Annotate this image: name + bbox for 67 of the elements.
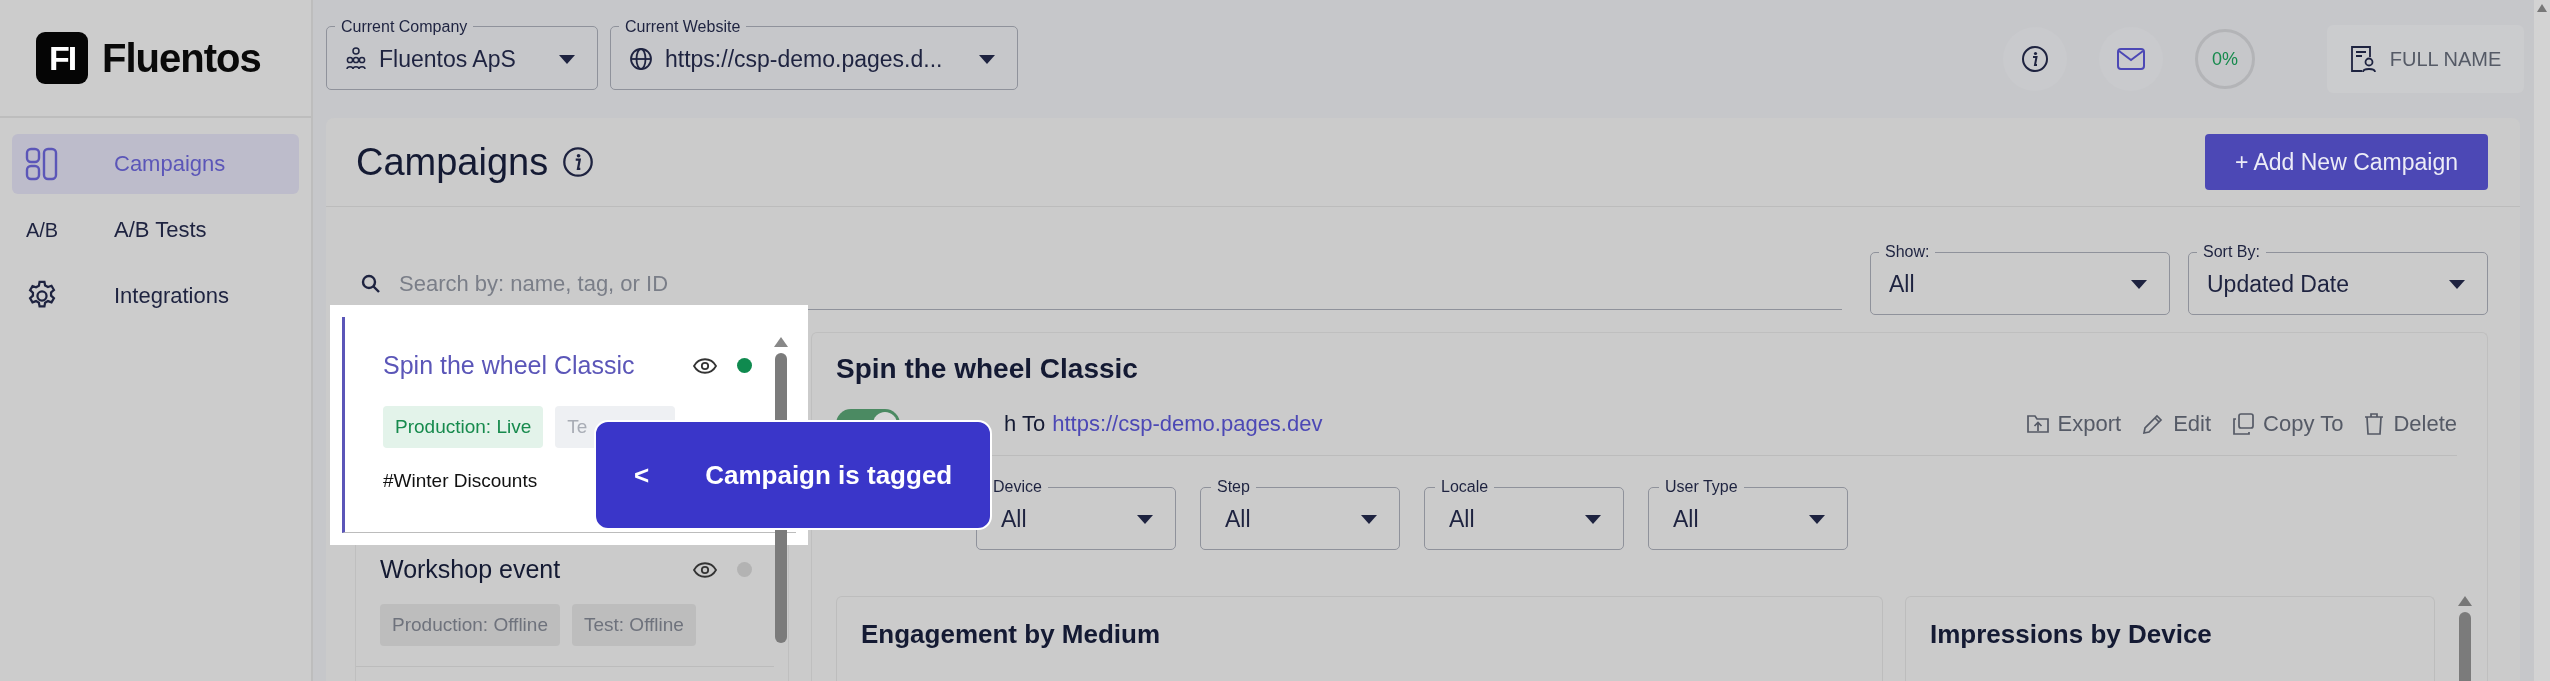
caret-icon (1809, 515, 1825, 524)
edit-button[interactable]: Edit (2141, 411, 2212, 437)
scroll-up-icon[interactable] (774, 337, 788, 347)
status-tag: Test: Offline (571, 604, 696, 646)
campaign-name: Spin the wheel Classic (383, 351, 636, 380)
show-select[interactable]: Show: All (1870, 243, 2170, 315)
folder-upload-icon (2025, 413, 2050, 435)
caret-icon (2131, 280, 2147, 289)
add-campaign-button[interactable]: + Add New Campaign (2204, 134, 2488, 190)
page-title: Campaigns (356, 140, 549, 184)
website-select[interactable]: Current Website https://csp-demo.pages.d... (610, 17, 1018, 90)
back-button[interactable]: < (634, 459, 650, 491)
progress-ring: 0% (2195, 29, 2255, 89)
copy-icon (2231, 412, 2256, 436)
eye-icon[interactable] (693, 357, 717, 374)
select-label: Step (1216, 478, 1251, 496)
caret-icon (1137, 515, 1153, 524)
search-field[interactable]: Search by: name, tag, or ID (397, 263, 1842, 305)
status-tag: Production: Live (383, 406, 544, 448)
info-icon (2021, 45, 2049, 73)
sidebar-item[interactable]: A/B A/B Tests (12, 200, 299, 260)
select-label: Show: (1884, 243, 1931, 261)
chart-title: Engagement by Medium (861, 619, 1161, 649)
campaign-title: Spin the wheel Classic (836, 353, 1139, 385)
export-button[interactable]: Export (2025, 411, 2122, 437)
ab-icon: A/B (24, 218, 60, 242)
caret-icon (1585, 515, 1601, 524)
filter-select[interactable]: User Type All (1648, 478, 1848, 550)
people-icon (345, 47, 367, 71)
filter-select[interactable]: Locale All (1424, 478, 1624, 550)
globe-icon (629, 47, 653, 71)
scrollbar-thumb[interactable] (2459, 612, 2471, 681)
trash-icon (2363, 412, 2386, 436)
scroll-up-icon[interactable] (2537, 4, 2547, 12)
select-label: Locale (1440, 478, 1490, 496)
delete-button[interactable]: Delete (2363, 411, 2457, 437)
status-tag: Production: Offline (380, 604, 560, 646)
layout-icon (24, 147, 60, 181)
info-icon (562, 146, 595, 178)
scroll-up-icon[interactable] (2458, 596, 2472, 606)
campaign-card[interactable]: Workshop event Production: Offline Test: Offline (356, 533, 774, 667)
sort-select[interactable]: Sort By: Updated Date (2188, 243, 2488, 315)
caret-icon (1361, 515, 1377, 524)
caret-icon (979, 54, 995, 64)
user-button[interactable]: FULL NAME (2327, 25, 2524, 93)
eye-icon[interactable] (693, 561, 717, 578)
select-label: Device (992, 478, 1043, 496)
select-label: User Type (1664, 478, 1739, 496)
select-label: Current Website (624, 17, 742, 36)
select-label: Current Company (340, 17, 469, 36)
select-label: Sort By: (2202, 243, 2261, 261)
logo-text: Fluentos (102, 35, 261, 81)
website-link[interactable]: https://csp-demo.pages.dev (1052, 411, 1323, 437)
profile-icon (2349, 45, 2376, 73)
campaign-name: Workshop event (380, 555, 562, 584)
caret-icon (2449, 280, 2465, 289)
campaign-tag: #Winter Discounts (383, 470, 538, 492)
logo-mark: FI (36, 32, 88, 84)
search-icon (361, 274, 381, 294)
copy-button[interactable]: Copy To (2231, 411, 2344, 437)
mail-icon (2116, 47, 2146, 71)
filter-select[interactable]: Step All (1200, 478, 1400, 550)
company-select[interactable]: Current Company Fluentos ApS (326, 17, 598, 90)
switch-label: h To (1004, 411, 1046, 437)
sidebar-item[interactable]: Integrations (12, 266, 299, 326)
chart-title: Impressions by Device (1930, 619, 2212, 649)
caret-icon (559, 54, 575, 64)
